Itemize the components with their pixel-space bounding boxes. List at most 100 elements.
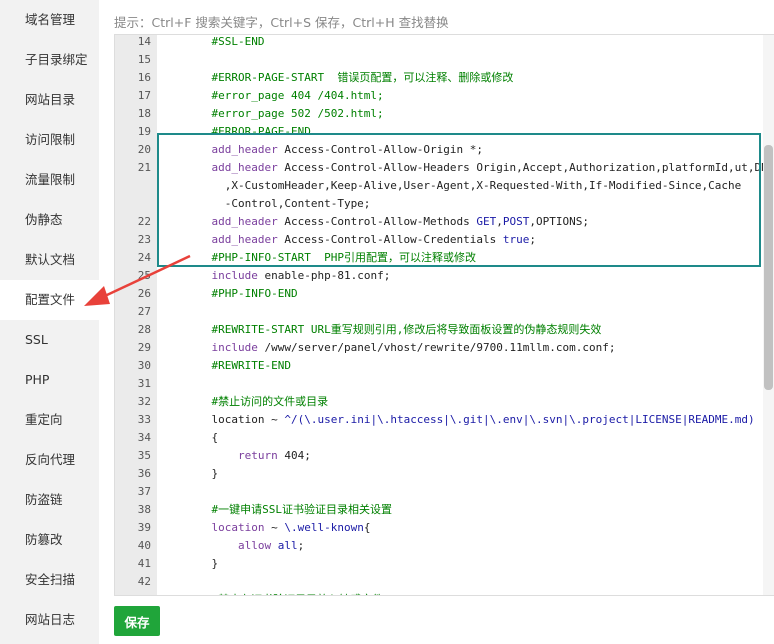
code-token: #一键申请SSL证书验证目录相关设置 [185, 503, 392, 516]
code-text: allow all; [185, 537, 304, 555]
code-text: return 404; [185, 447, 311, 465]
line-number: 29 [137, 341, 151, 354]
sidebar-item[interactable]: 配置文件 [0, 280, 99, 320]
code-line[interactable]: 29 include /www/server/panel/vhost/rewri… [115, 339, 765, 357]
code-token: #SSL-END [185, 35, 265, 48]
code-token: #REWRITE-END [185, 359, 291, 372]
sidebar-item[interactable]: 流量限制 [0, 160, 99, 200]
code-line[interactable]: 17 #error_page 404 /404.html; [115, 87, 765, 105]
code-token: #error_page 404 /404.html; [185, 89, 384, 102]
sidebar-item[interactable]: 访问限制 [0, 120, 99, 160]
code-text: #PHP-INFO-END [185, 285, 297, 303]
line-number: 34 [137, 431, 151, 444]
code-line[interactable]: 35 return 404; [115, 447, 765, 465]
sidebar-item[interactable]: 伪静态 [0, 200, 99, 240]
code-token: enable-php-81.conf; [257, 269, 391, 282]
editor-scrollbar-thumb[interactable] [764, 145, 773, 390]
code-line[interactable]: 41 } [115, 555, 765, 573]
line-number: 21 [137, 161, 151, 174]
code-text: location ~ \.well-known{ [185, 519, 370, 537]
line-number: 24 [137, 251, 151, 264]
line-number: 33 [137, 413, 151, 426]
code-line[interactable]: 36 } [115, 465, 765, 483]
line-number: 35 [137, 449, 151, 462]
code-token: #禁止在证书验证目录放入敏感文件 [185, 593, 383, 595]
code-line[interactable]: 30 #REWRITE-END [115, 357, 765, 375]
sidebar-item[interactable]: 域名管理 [0, 0, 99, 40]
code-line[interactable]: 16 #ERROR-PAGE-START 错误页配置，可以注释、删除或修改 [115, 69, 765, 87]
code-token: ~ [264, 413, 285, 426]
sidebar-item[interactable]: 网站日志 [0, 600, 99, 640]
code-text: #REWRITE-END [185, 357, 291, 375]
sidebar-item[interactable]: SSL [0, 320, 99, 360]
code-line[interactable]: 26 #PHP-INFO-END [115, 285, 765, 303]
line-number: 32 [137, 395, 151, 408]
line-number: 17 [137, 89, 151, 102]
code-line[interactable]: 32 #禁止访问的文件或目录 [115, 393, 765, 411]
line-number: 30 [137, 359, 151, 372]
code-line[interactable]: 28 #REWRITE-START URL重写规则引用,修改后将导致面板设置的伪… [115, 321, 765, 339]
code-line[interactable]: 34 { [115, 429, 765, 447]
code-line[interactable]: 42 [115, 573, 765, 591]
code-line[interactable]: 37 [115, 483, 765, 501]
code-line[interactable]: 38 #一键申请SSL证书验证目录相关设置 [115, 501, 765, 519]
save-button[interactable]: 保存 [114, 606, 160, 636]
line-number: 37 [137, 485, 151, 498]
code-line[interactable]: 40 allow all; [115, 537, 765, 555]
line-number: 31 [137, 377, 151, 390]
code-text: #error_page 502 /502.html; [185, 105, 384, 123]
sidebar-item[interactable]: PHP [0, 360, 99, 400]
code-token: location [185, 521, 265, 534]
code-token: return [237, 449, 278, 462]
code-line[interactable]: 27 [115, 303, 765, 321]
sidebar-item[interactable]: 反向代理 [0, 440, 99, 480]
sidebar-item[interactable]: 默认文档 [0, 240, 99, 280]
code-token: allow [237, 539, 272, 552]
code-token: #error_page 502 /502.html; [185, 107, 384, 120]
line-number: 23 [137, 233, 151, 246]
code-text: location ~ ^/(\.user.ini|\.htaccess|\.gi… [185, 411, 755, 429]
code-token: } [185, 467, 219, 480]
editor-scrollbar[interactable] [763, 35, 774, 595]
code-line[interactable]: 43 #禁止在证书验证目录放入敏感文件 [115, 591, 765, 595]
line-number: 43 [115, 591, 151, 595]
code-token: location [185, 413, 265, 426]
code-line[interactable]: 25 include enable-php-81.conf; [115, 267, 765, 285]
sidebar-nav: 域名管理 子目录绑定 网站目录 访问限制 流量限制 伪静态 默认文档 配置文件 SSL PHP 重定… [0, 0, 99, 644]
code-token: { [185, 431, 219, 444]
line-number: 26 [137, 287, 151, 300]
code-token: #REWRITE-START URL重写规则引用,修改后将导致面板设置的伪静态规… [185, 323, 602, 336]
line-number: 40 [137, 539, 151, 552]
config-code-editor[interactable]: 14 #SSL-END 15 16 #ERROR-PAGE-START 错误页配置，… [114, 34, 774, 596]
code-text: #error_page 404 /404.html; [185, 87, 384, 105]
line-number: 42 [137, 575, 151, 588]
code-line[interactable]: 15 [115, 51, 765, 69]
code-token: ^/(\.user.ini|\.htaccess|\.git|\.env|\.s… [284, 413, 755, 426]
code-line[interactable]: 31 [115, 375, 765, 393]
sidebar-item[interactable]: 防篡改 [0, 520, 99, 560]
sidebar-item[interactable]: 防盗链 [0, 480, 99, 520]
code-line[interactable]: 18 #error_page 502 /502.html; [115, 105, 765, 123]
code-token: include [185, 341, 258, 354]
code-token: 404; [277, 449, 311, 462]
code-line[interactable]: 39 location ~ \.well-known{ [115, 519, 765, 537]
line-number: 39 [137, 521, 151, 534]
sidebar-item[interactable]: 子目录绑定 [0, 40, 99, 80]
sidebar-item[interactable]: 安全扫描 [0, 560, 99, 600]
code-text: #禁止访问的文件或目录 [185, 393, 328, 411]
sidebar-item[interactable]: 网站目录 [0, 80, 99, 120]
code-line[interactable]: 33 location ~ ^/(\.user.ini|\.htaccess|\… [115, 411, 765, 429]
line-number: 20 [137, 143, 151, 156]
line-number: 22 [137, 215, 151, 228]
code-line[interactable]: 14 #SSL-END [115, 35, 765, 51]
code-token: { [363, 521, 371, 534]
code-text: #ERROR-PAGE-START 错误页配置，可以注释、删除或修改 [185, 69, 513, 87]
line-number: 27 [137, 305, 151, 318]
code-text: #REWRITE-START URL重写规则引用,修改后将导致面板设置的伪静态规… [185, 321, 601, 339]
code-token: \.well-known [284, 521, 364, 534]
code-token: ~ [264, 521, 285, 534]
sidebar-item[interactable]: 重定向 [0, 400, 99, 440]
